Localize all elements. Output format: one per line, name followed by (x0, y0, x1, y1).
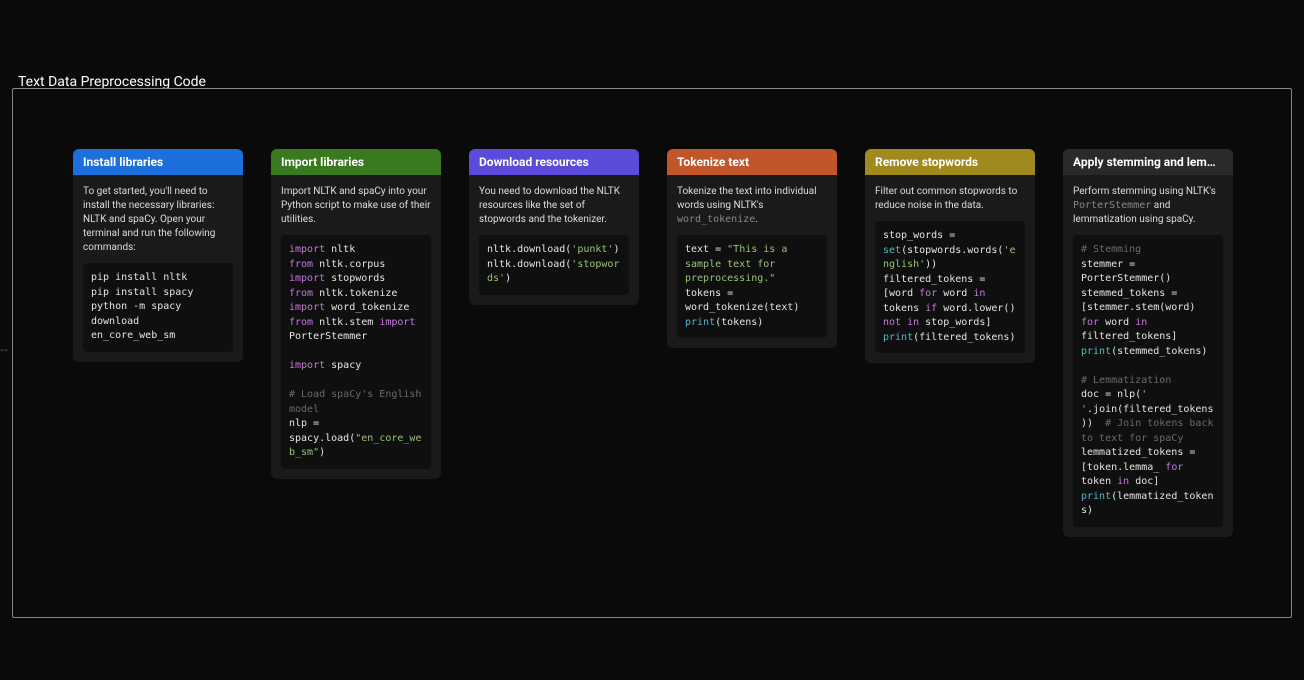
card-description: Perform stemming using NLTK's PorterStem… (1073, 185, 1223, 227)
card-header: Import libraries (271, 149, 441, 175)
step-card[interactable]: Download resources You need to download t… (469, 149, 639, 305)
step-card[interactable]: Apply stemming and lem… Perform stemming … (1063, 149, 1233, 537)
step-card[interactable]: Import libraries Import NLTK and spaCy in… (271, 149, 441, 479)
card-description: Tokenize the text into individual words … (677, 185, 827, 227)
card-body: Perform stemming using NLTK's PorterStem… (1063, 175, 1233, 537)
card-header: Tokenize text (667, 149, 837, 175)
card-description: Import NLTK and spaCy into your Python s… (281, 185, 431, 227)
card-body: Filter out common stopwords to reduce no… (865, 175, 1035, 363)
card-body: Import NLTK and spaCy into your Python s… (271, 175, 441, 479)
card-description: You need to download the NLTK resources … (479, 185, 629, 227)
scroll-handle[interactable]: ↔ (0, 340, 8, 356)
card-body: Tokenize the text into individual words … (667, 175, 837, 348)
code-block[interactable]: text = "This is a sample text for prepro… (677, 235, 827, 338)
step-card[interactable]: Install libraries To get started, you'll … (73, 149, 243, 362)
step-card[interactable]: Tokenize text Tokenize the text into indi… (667, 149, 837, 348)
card-body: You need to download the NLTK resources … (469, 175, 639, 305)
card-body: To get started, you'll need to install t… (73, 175, 243, 362)
code-block[interactable]: stop_words = set(stopwords.words('englis… (875, 221, 1025, 353)
cards-row: Install libraries To get started, you'll … (73, 149, 1231, 537)
card-description: Filter out common stopwords to reduce no… (875, 185, 1025, 213)
code-block[interactable]: # Stemming stemmer = PorterStemmer() ste… (1073, 235, 1223, 527)
code-block[interactable]: nltk.download('punkt') nltk.download('st… (479, 235, 629, 295)
card-description: To get started, you'll need to install t… (83, 185, 233, 255)
code-block[interactable]: pip install nltk pip install spacy pytho… (83, 263, 233, 352)
card-header: Install libraries (73, 149, 243, 175)
card-header: Apply stemming and lem… (1063, 149, 1233, 175)
step-card[interactable]: Remove stopwords Filter out common stopwo… (865, 149, 1035, 363)
card-header: Download resources (469, 149, 639, 175)
code-steps-container: Install libraries To get started, you'll … (12, 88, 1292, 618)
card-header: Remove stopwords (865, 149, 1035, 175)
code-block[interactable]: import nltk from nltk.corpus import stop… (281, 235, 431, 469)
